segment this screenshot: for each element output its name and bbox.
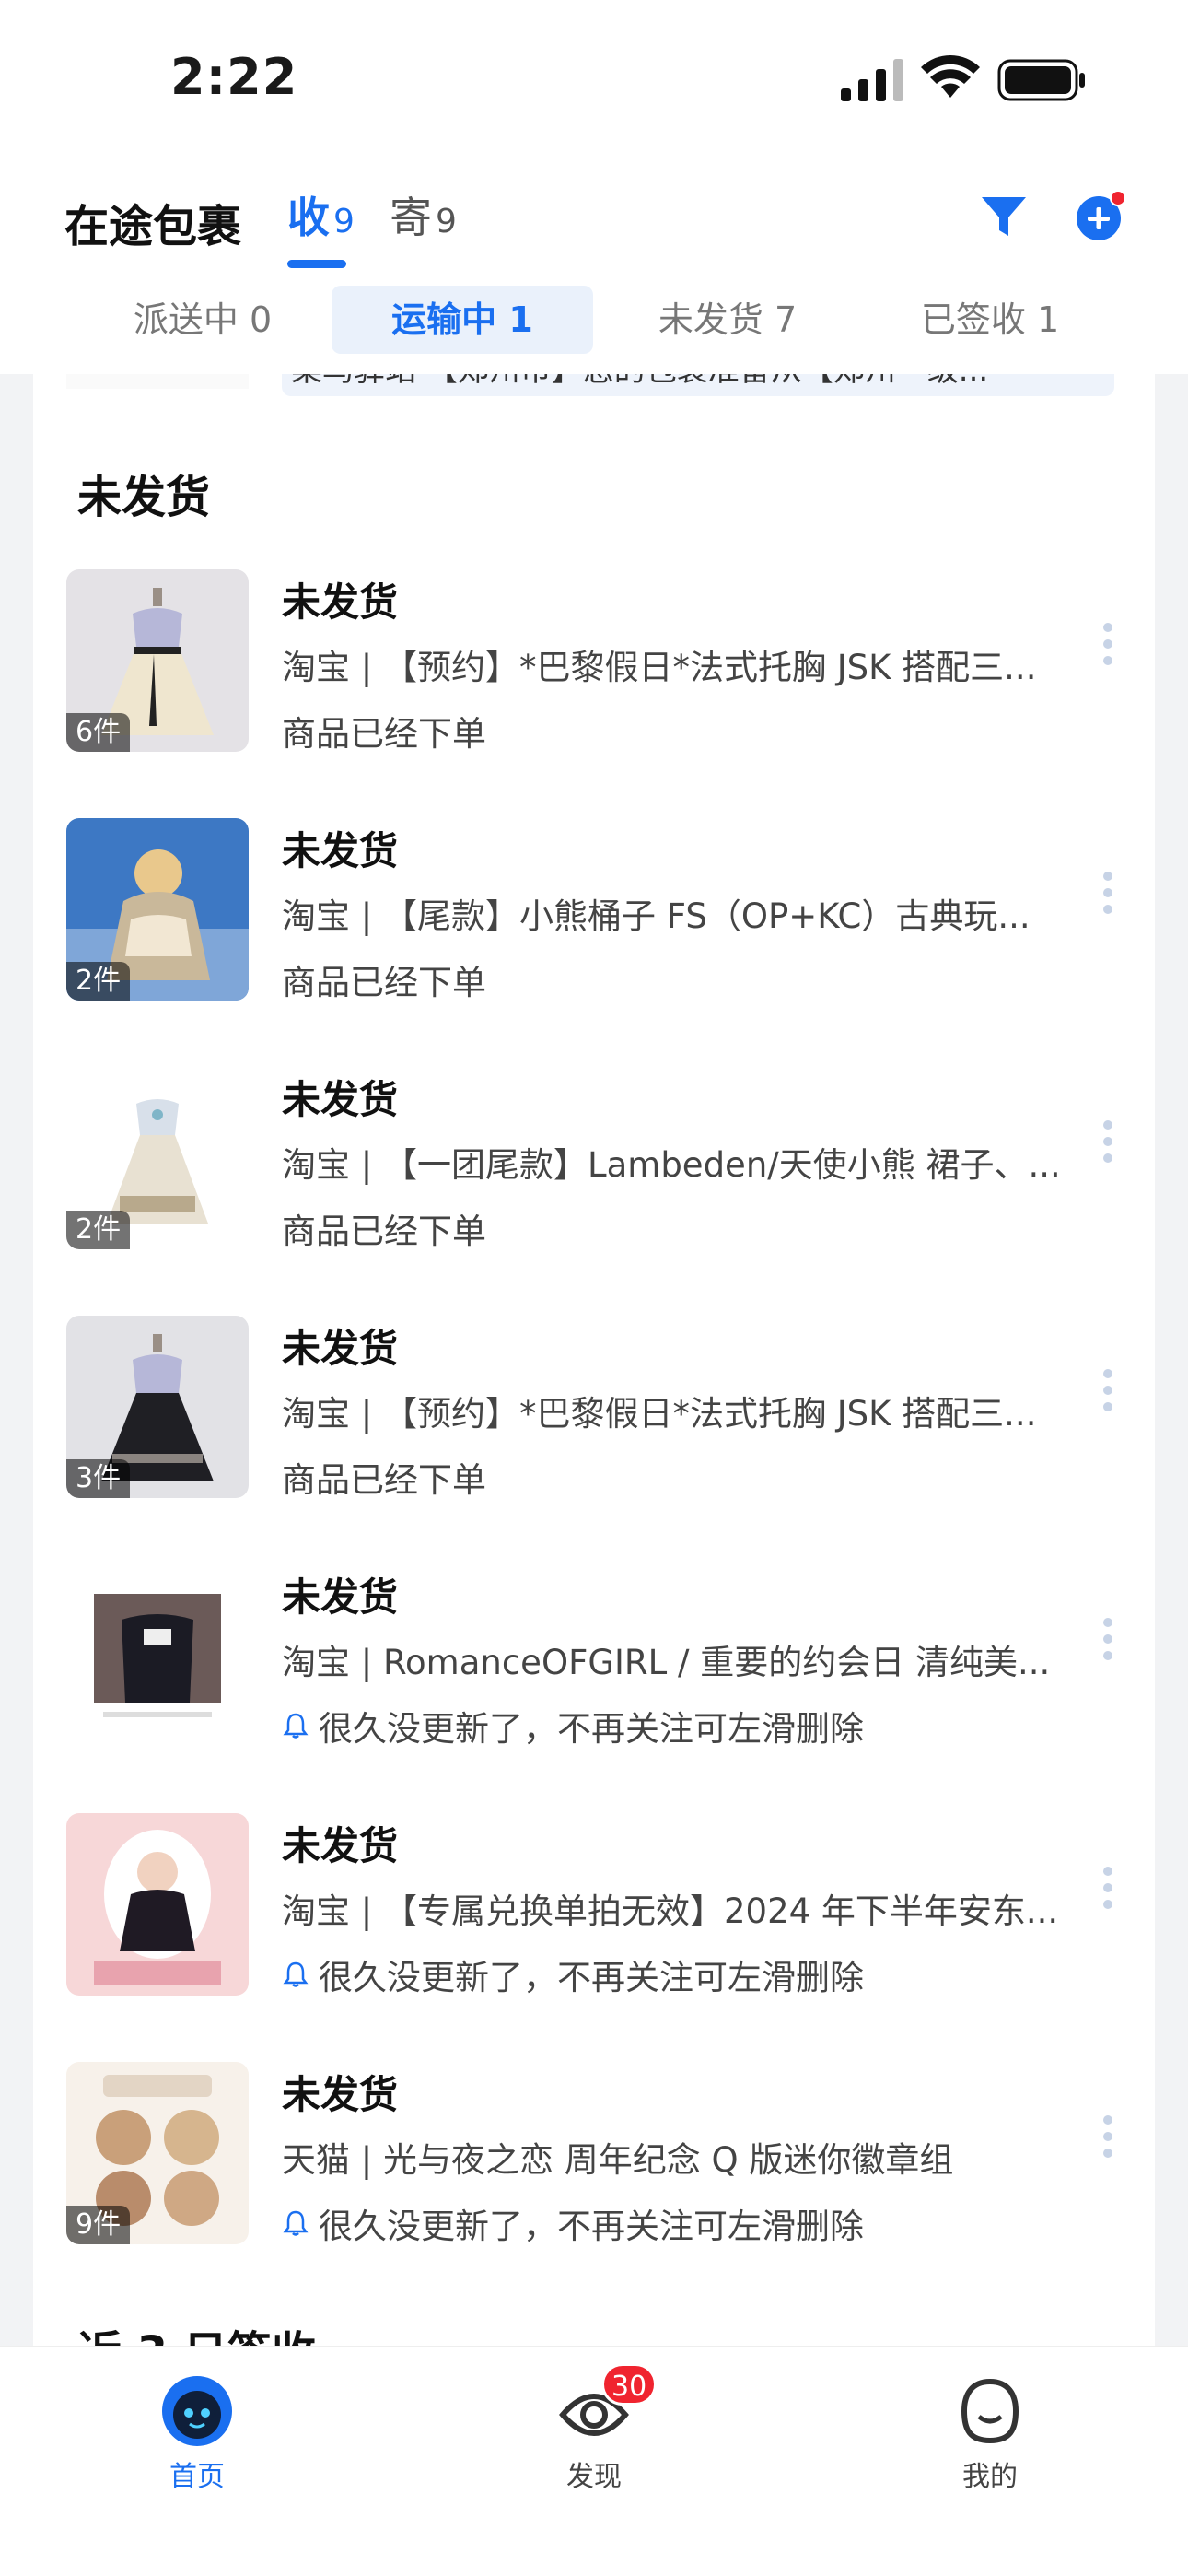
bottom-nav: 首页 30 发现 我的 [0, 2346, 1188, 2576]
stale-reminder: 很久没更新了，不再关注可左滑删除 [282, 2198, 864, 2248]
item-note: 商品已经下单 [282, 1460, 486, 1500]
item-status: 未发货 [282, 1326, 399, 1371]
item-description: 淘宝 | RomanceOFGIRL / 重要的约会日 清纯美... [282, 1643, 1051, 1682]
profile-icon [961, 2378, 1019, 2444]
item-status: 未发货 [282, 580, 399, 625]
app-screen: 2:22 在途包裹 收 9 寄 9 派送中 0 运输中 1 未发货 7 已签收 … [0, 0, 1188, 2576]
more-options-icon[interactable] [1101, 621, 1114, 667]
item-description: 天猫 | 光与夜之恋 周年纪念 Q 版迷你徽章组 [282, 2140, 954, 2180]
nav-discover-label: 发现 [566, 2461, 622, 2493]
tab-send-count: 9 [436, 203, 457, 240]
sub-tab-signed[interactable]: 已签收 1 [893, 286, 1087, 354]
item-description: 淘宝 | 【一团尾款】Lambeden/天使小熊 裙子、... [282, 1145, 1061, 1185]
package-item[interactable]: 2件 未发货 淘宝 | 【尾款】小熊桶子 FS（OP+KC）古典玩... 商品已… [33, 818, 1155, 1030]
filter-icon[interactable] [980, 193, 1028, 241]
package-item[interactable]: 2件 未发货 淘宝 | 【一团尾款】Lambeden/天使小熊 裙子、... 商… [33, 1067, 1155, 1279]
sub-tab-in-transit[interactable]: 运输中 1 [332, 286, 593, 354]
item-status: 未发货 [282, 2072, 399, 2117]
item-count-badge: 2件 [66, 962, 131, 1001]
item-description: 淘宝 | 【尾款】小熊桶子 FS（OP+KC）古典玩... [282, 896, 1031, 936]
bell-icon [283, 2210, 309, 2236]
item-description: 淘宝 | 【预约】*巴黎假日*法式托胸 JSK 搭配三... [282, 1394, 1037, 1434]
nav-discover[interactable]: 30 发现 [502, 2363, 686, 2494]
product-thumbnail: 2件 [66, 1067, 249, 1249]
product-thumbnail: 3件 [66, 1316, 249, 1498]
item-note: 商品已经下单 [282, 714, 486, 754]
nav-profile[interactable]: 我的 [898, 2374, 1082, 2494]
nav-profile-label: 我的 [962, 2461, 1018, 2493]
package-item[interactable]: 未发货 淘宝 | RomanceOFGIRL / 重要的约会日 清纯美... 很… [33, 1564, 1155, 1776]
item-status: 未发货 [282, 1575, 399, 1620]
page-title: 在途包裹 [64, 201, 242, 252]
item-status: 未发货 [282, 1077, 399, 1122]
item-status: 未发货 [282, 1823, 399, 1868]
item-count-badge: 3件 [66, 1459, 131, 1498]
wifi-icon [921, 55, 980, 98]
product-thumbnail [66, 1564, 249, 1747]
reminder-text: 很久没更新了，不再关注可左滑删除 [319, 2207, 864, 2246]
previous-item-tracking-snippet[interactable]: 菜鸟驿站 【郑州市】您的包裹准备从【郑州一级... [282, 374, 1114, 396]
bell-icon [283, 1713, 309, 1739]
package-list-card: 菜鸟驿站 【郑州市】您的包裹准备从【郑州一级... 未发货 6件 未发货 淘宝 … [33, 374, 1155, 2346]
item-count-badge: 9件 [66, 2206, 131, 2244]
package-item[interactable]: 未发货 淘宝 | 【专属兑换单拍无效】2024 年下半年安东... 很久没更新了… [33, 1813, 1155, 2025]
add-package-icon[interactable] [1074, 190, 1127, 243]
section-title-not-shipped: 未发货 [77, 472, 211, 523]
item-description: 淘宝 | 【预约】*巴黎假日*法式托胸 JSK 搭配三... [282, 648, 1037, 687]
product-thumbnail [66, 1813, 249, 1996]
status-time: 2:22 [170, 48, 298, 106]
home-robot-icon [162, 2376, 232, 2446]
reminder-text: 很久没更新了，不再关注可左滑删除 [319, 1709, 864, 1749]
more-options-icon[interactable] [1101, 870, 1114, 916]
product-thumbnail: 6件 [66, 569, 249, 752]
active-tab-underline [287, 260, 346, 268]
tab-send-label: 寄 [390, 193, 432, 242]
more-options-icon[interactable] [1101, 1616, 1114, 1662]
item-status: 未发货 [282, 828, 399, 873]
nav-discover-badge: 30 [601, 2363, 658, 2406]
tab-send[interactable]: 寄 9 [390, 184, 457, 245]
more-options-icon[interactable] [1101, 1367, 1114, 1413]
product-thumbnail: 9件 [66, 2062, 249, 2244]
more-options-icon[interactable] [1101, 1865, 1114, 1911]
item-count-badge: 6件 [66, 713, 131, 752]
package-item[interactable]: 9件 未发货 天猫 | 光与夜之恋 周年纪念 Q 版迷你徽章组 很久没更新了，不… [33, 2062, 1155, 2274]
status-sub-tabs: 派送中 0 运输中 1 未发货 7 已签收 1 [0, 286, 1188, 356]
nav-home[interactable]: 首页 [105, 2374, 289, 2494]
header: 在途包裹 收 9 寄 9 派送中 0 运输中 1 未发货 7 已签收 1 [0, 157, 1188, 374]
item-note: 商品已经下单 [282, 1212, 486, 1251]
tab-receive-label: 收 [287, 193, 330, 242]
cellular-signal-icon [841, 59, 903, 101]
previous-item-thumbnail [66, 374, 249, 389]
item-description: 淘宝 | 【专属兑换单拍无效】2024 年下半年安东... [282, 1891, 1059, 1931]
more-options-icon[interactable] [1101, 2113, 1114, 2160]
nav-home-label: 首页 [169, 2461, 225, 2493]
bell-icon [283, 1961, 309, 1987]
sub-tab-not-shipped[interactable]: 未发货 7 [635, 286, 820, 354]
section-title-recently-signed: 近 3 日签收 [77, 2316, 316, 2346]
product-thumbnail: 2件 [66, 818, 249, 1001]
sub-tab-delivering[interactable]: 派送中 0 [111, 286, 295, 354]
package-item[interactable]: 6件 未发货 淘宝 | 【预约】*巴黎假日*法式托胸 JSK 搭配三... 商品… [33, 569, 1155, 781]
item-count-badge: 2件 [66, 1211, 131, 1249]
stale-reminder: 很久没更新了，不再关注可左滑删除 [282, 1701, 864, 1751]
stale-reminder: 很久没更新了，不再关注可左滑删除 [282, 1950, 864, 1999]
reminder-text: 很久没更新了，不再关注可左滑删除 [319, 1958, 864, 1997]
tab-receive[interactable]: 收 9 [287, 184, 355, 245]
more-options-icon[interactable] [1101, 1118, 1114, 1165]
package-item[interactable]: 3件 未发货 淘宝 | 【预约】*巴黎假日*法式托胸 JSK 搭配三... 商品… [33, 1316, 1155, 1528]
battery-icon [997, 59, 1085, 101]
tab-receive-count: 9 [333, 203, 355, 240]
item-note: 商品已经下单 [282, 963, 486, 1002]
status-bar: 2:22 [0, 0, 1188, 157]
